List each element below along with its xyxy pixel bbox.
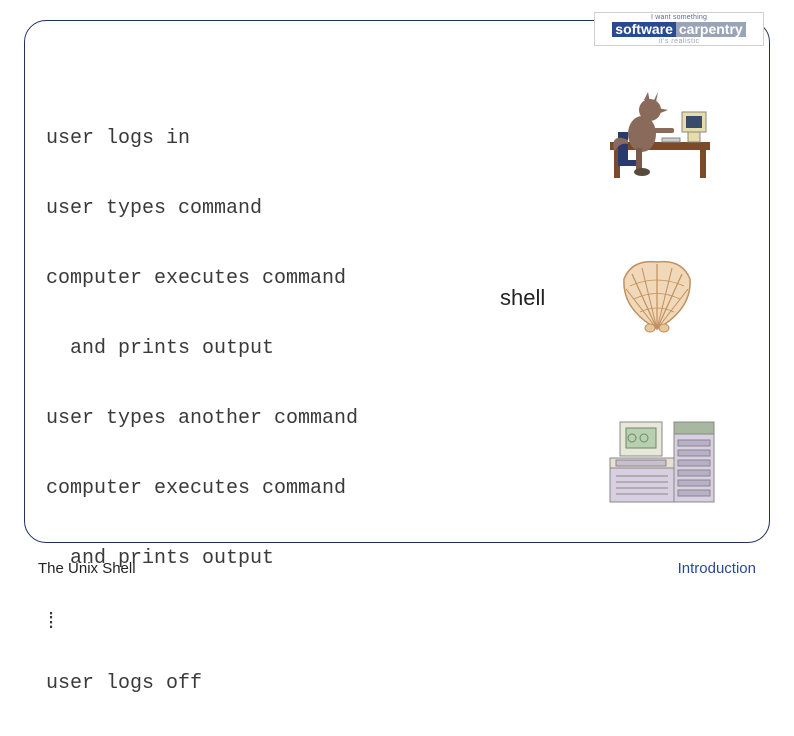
body-line: computer executes command xyxy=(46,471,358,506)
logo-word-software: software xyxy=(612,22,676,37)
logo-tagline-top: I want something xyxy=(651,14,707,21)
shell-label: shell xyxy=(500,285,545,311)
logo-software-carpentry: I want something software carpentry it's… xyxy=(594,12,764,46)
body-line: computer executes command xyxy=(46,261,358,296)
body-line: user types command xyxy=(46,191,358,226)
body-line: user logs in xyxy=(46,121,358,156)
logo-tagline-bottom: it's realistic xyxy=(658,38,699,45)
footer-left: The Unix Shell xyxy=(38,560,136,577)
logo-wordmark: software carpentry xyxy=(612,22,745,37)
user-at-computer-icon xyxy=(600,82,720,182)
slide-body-text: user logs in user types command computer… xyxy=(46,86,358,736)
seashell-icon xyxy=(612,254,702,334)
mainframe-computer-icon xyxy=(602,400,722,510)
body-line: user logs off xyxy=(46,666,358,701)
body-line: and prints output xyxy=(46,331,358,366)
logo-word-carpentry: carpentry xyxy=(676,22,746,37)
body-line: user types another command xyxy=(46,401,358,436)
footer-right: Introduction xyxy=(678,560,756,577)
vertical-ellipsis: ⁞ xyxy=(46,611,358,631)
